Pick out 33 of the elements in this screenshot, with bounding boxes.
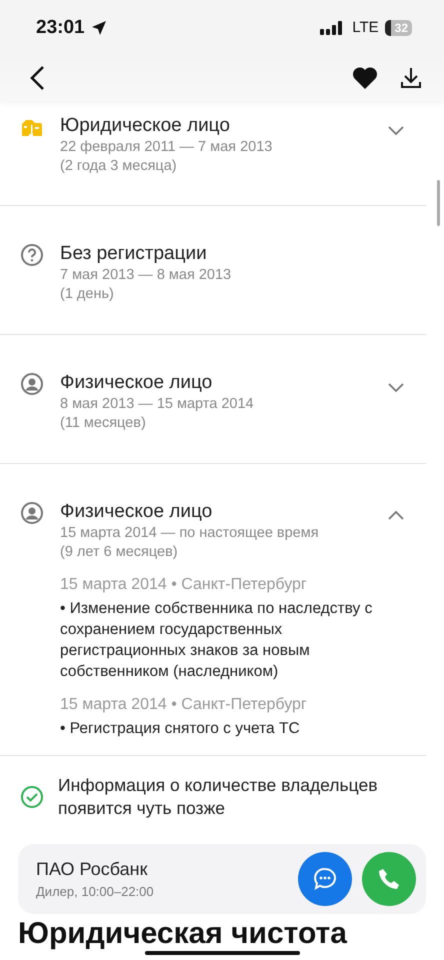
chat-icon[interactable] — [312, 866, 338, 892]
notice-text: Информация о количестве владельцев появится чуть позже — [58, 774, 378, 820]
dealer-name: ПАО Росбанк — [36, 859, 148, 880]
ownership-duration: (9 лет 6 месяцев) — [60, 543, 179, 562]
owner-type: Физическое лицо — [60, 371, 214, 395]
event-date-place: 15 марта 2014 • Санкт-Петербург — [60, 575, 308, 595]
battery-icon: 32 — [384, 20, 412, 36]
owner-type: Физическое лицо — [60, 500, 214, 524]
event-date-place: 15 марта 2014 • Санкт-Петербург — [60, 695, 308, 715]
ownership-period: 15 марта 2014 — по настоящее время — [60, 524, 320, 543]
phone-icon[interactable] — [377, 867, 401, 891]
scrollbar — [437, 180, 440, 226]
clock: 23:01 — [36, 16, 85, 38]
event-description: • Изменение собственника по наследству с сохранением государственных регистрационных знаков за новым собственником (наследником) — [60, 599, 374, 682]
network-label: LTE — [352, 19, 379, 36]
owner-type: Юридическое лицо — [60, 114, 231, 138]
owner-type: Без регистрации — [60, 242, 208, 266]
event-description: • Регистрация снятого с учета ТС — [60, 719, 301, 739]
ownership-period: 8 мая 2013 — 15 марта 2014 — [60, 395, 255, 414]
location-icon — [90, 20, 107, 36]
section-title: Юридическая чистота — [18, 916, 348, 952]
call-button[interactable] — [362, 852, 416, 906]
ownership-duration: (1 день) — [60, 285, 115, 304]
person-icon — [20, 372, 44, 396]
ownership-duration: (2 года 3 месяца) — [60, 157, 178, 176]
ownership-period: 22 февраля 2011 — 7 мая 2013 — [60, 138, 274, 157]
dealer-hours: Дилер, 10:00–22:00 — [36, 884, 154, 899]
chat-button[interactable] — [298, 852, 352, 906]
person-icon — [20, 501, 44, 525]
check-circle-icon — [20, 785, 44, 809]
question-icon — [20, 243, 44, 267]
ownership-duration: (11 месяцев) — [60, 414, 147, 433]
ownership-period: 7 мая 2013 — 8 мая 2013 — [60, 266, 232, 285]
